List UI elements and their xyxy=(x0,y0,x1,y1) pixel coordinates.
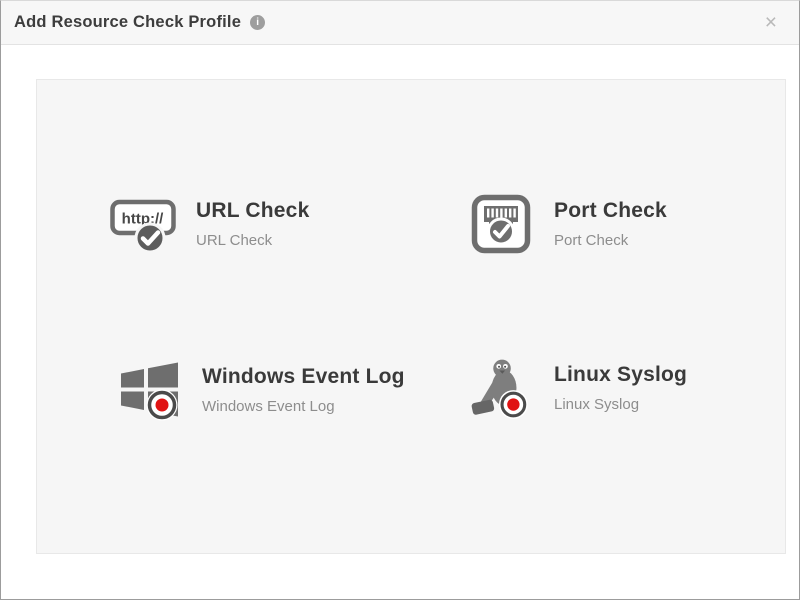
url-check-icon: http:// xyxy=(109,190,177,258)
check-option-title: Linux Syslog xyxy=(554,363,687,387)
check-option-windows-event-log[interactable]: Windows Event Log Windows Event Log xyxy=(115,356,405,424)
port-check-icon xyxy=(467,190,535,258)
check-option-title: Port Check xyxy=(554,199,667,223)
check-option-subtitle: Port Check xyxy=(554,232,667,249)
linux-syslog-icon xyxy=(467,354,535,422)
dialog-header: Add Resource Check Profile i × xyxy=(1,1,799,45)
check-option-subtitle: Linux Syslog xyxy=(554,396,687,413)
info-glyph: i xyxy=(256,17,259,28)
close-icon[interactable]: × xyxy=(759,10,783,35)
check-option-title: Windows Event Log xyxy=(202,365,405,389)
check-option-port-check[interactable]: Port Check Port Check xyxy=(467,190,667,258)
check-option-linux-syslog[interactable]: Linux Syslog Linux Syslog xyxy=(467,354,687,422)
check-option-title: URL Check xyxy=(196,199,309,223)
windows-event-log-icon xyxy=(115,356,183,424)
check-type-panel: http:// URL Check URL Check xyxy=(36,79,786,554)
check-option-subtitle: URL Check xyxy=(196,232,309,249)
info-icon[interactable]: i xyxy=(250,15,265,30)
check-option-subtitle: Windows Event Log xyxy=(202,398,405,415)
check-option-url-check[interactable]: http:// URL Check URL Check xyxy=(109,190,309,258)
dialog-window: Add Resource Check Profile i × http:// U… xyxy=(0,0,800,600)
dialog-title: Add Resource Check Profile xyxy=(14,13,241,32)
